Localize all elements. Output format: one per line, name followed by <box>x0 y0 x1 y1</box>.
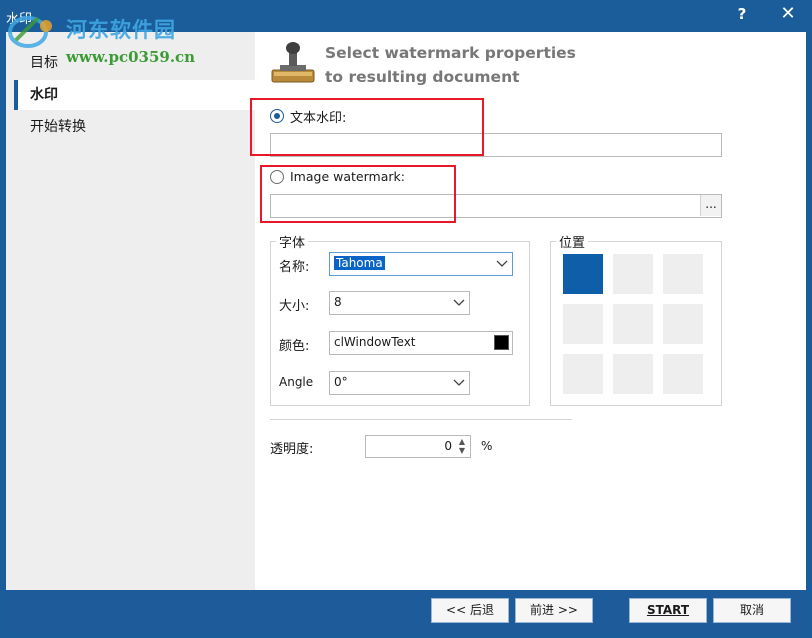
window-frame-left <box>0 32 6 638</box>
back-button[interactable]: << 后退 <box>431 598 509 623</box>
divider <box>270 419 572 420</box>
opacity-unit: % <box>481 439 493 453</box>
chevron-down-icon <box>453 299 465 306</box>
font-size-value: 8 <box>334 295 342 309</box>
footer-bar: << 后退 前进 >> START 取消 <box>6 590 806 634</box>
font-size-combo[interactable]: 8 <box>329 291 470 315</box>
font-name-value: Tahoma <box>334 256 385 270</box>
highlight-box-text-watermark <box>250 98 484 156</box>
position-cell-bottom-left[interactable] <box>563 354 603 394</box>
close-button[interactable]: ✕ <box>776 3 800 24</box>
font-group-title: 字体 <box>276 232 309 251</box>
opacity-spinner[interactable]: 0 ▲ ▼ <box>365 435 471 458</box>
cancel-button[interactable]: 取消 <box>713 598 791 623</box>
window-frame-bottom <box>0 634 812 638</box>
browse-button[interactable]: ... <box>700 195 721 216</box>
next-button[interactable]: 前进 >> <box>515 598 593 623</box>
angle-combo[interactable]: 0° <box>329 371 470 395</box>
position-cell-bottom-right[interactable] <box>663 354 703 394</box>
angle-value: 0° <box>334 375 348 389</box>
font-name-combo[interactable]: Tahoma <box>329 252 513 276</box>
spin-arrows-icon[interactable]: ▲ ▼ <box>456 437 468 456</box>
position-group-title: 位置 <box>556 232 589 251</box>
chevron-down-icon <box>496 260 508 267</box>
sidebar-item-watermark[interactable]: 水印 <box>14 80 255 110</box>
position-cell-center[interactable] <box>613 304 653 344</box>
font-color-label: 颜色: <box>279 339 310 354</box>
color-swatch-icon <box>494 335 509 350</box>
sidebar-item-start-conversion[interactable]: 开始转换 <box>14 112 255 142</box>
start-button[interactable]: START <box>629 598 707 623</box>
start-button-label: START <box>646 603 690 617</box>
heading-line-1: Select watermark properties <box>325 44 576 62</box>
position-cell-middle-right[interactable] <box>663 304 703 344</box>
page-heading: Select watermark properties to resulting… <box>325 41 576 89</box>
help-button[interactable]: ? <box>732 5 752 23</box>
window-frame-right <box>806 32 812 638</box>
opacity-label: 透明度: <box>270 442 314 457</box>
opacity-value: 0 <box>444 439 452 453</box>
heading-line-2: to resulting document <box>325 68 520 86</box>
site-logo-icon <box>8 16 52 48</box>
stamp-icon <box>271 42 315 83</box>
position-cell-middle-left[interactable] <box>563 304 603 344</box>
position-cell-top-left[interactable] <box>563 254 603 294</box>
chevron-down-icon <box>453 379 465 386</box>
site-watermark-name: 河东软件园 <box>66 17 176 42</box>
highlight-box-image-watermark <box>260 165 456 223</box>
position-cell-bottom-center[interactable] <box>613 354 653 394</box>
font-color-combo[interactable]: clWindowText <box>329 331 513 355</box>
angle-label: Angle <box>279 375 314 389</box>
position-cell-top-right[interactable] <box>663 254 703 294</box>
font-color-value: clWindowText <box>334 335 416 349</box>
font-name-label: 名称: <box>279 260 310 275</box>
font-size-label: 大小: <box>279 299 310 314</box>
site-watermark-url: www.pc0359.cn <box>66 48 196 66</box>
position-cell-top-center[interactable] <box>613 254 653 294</box>
